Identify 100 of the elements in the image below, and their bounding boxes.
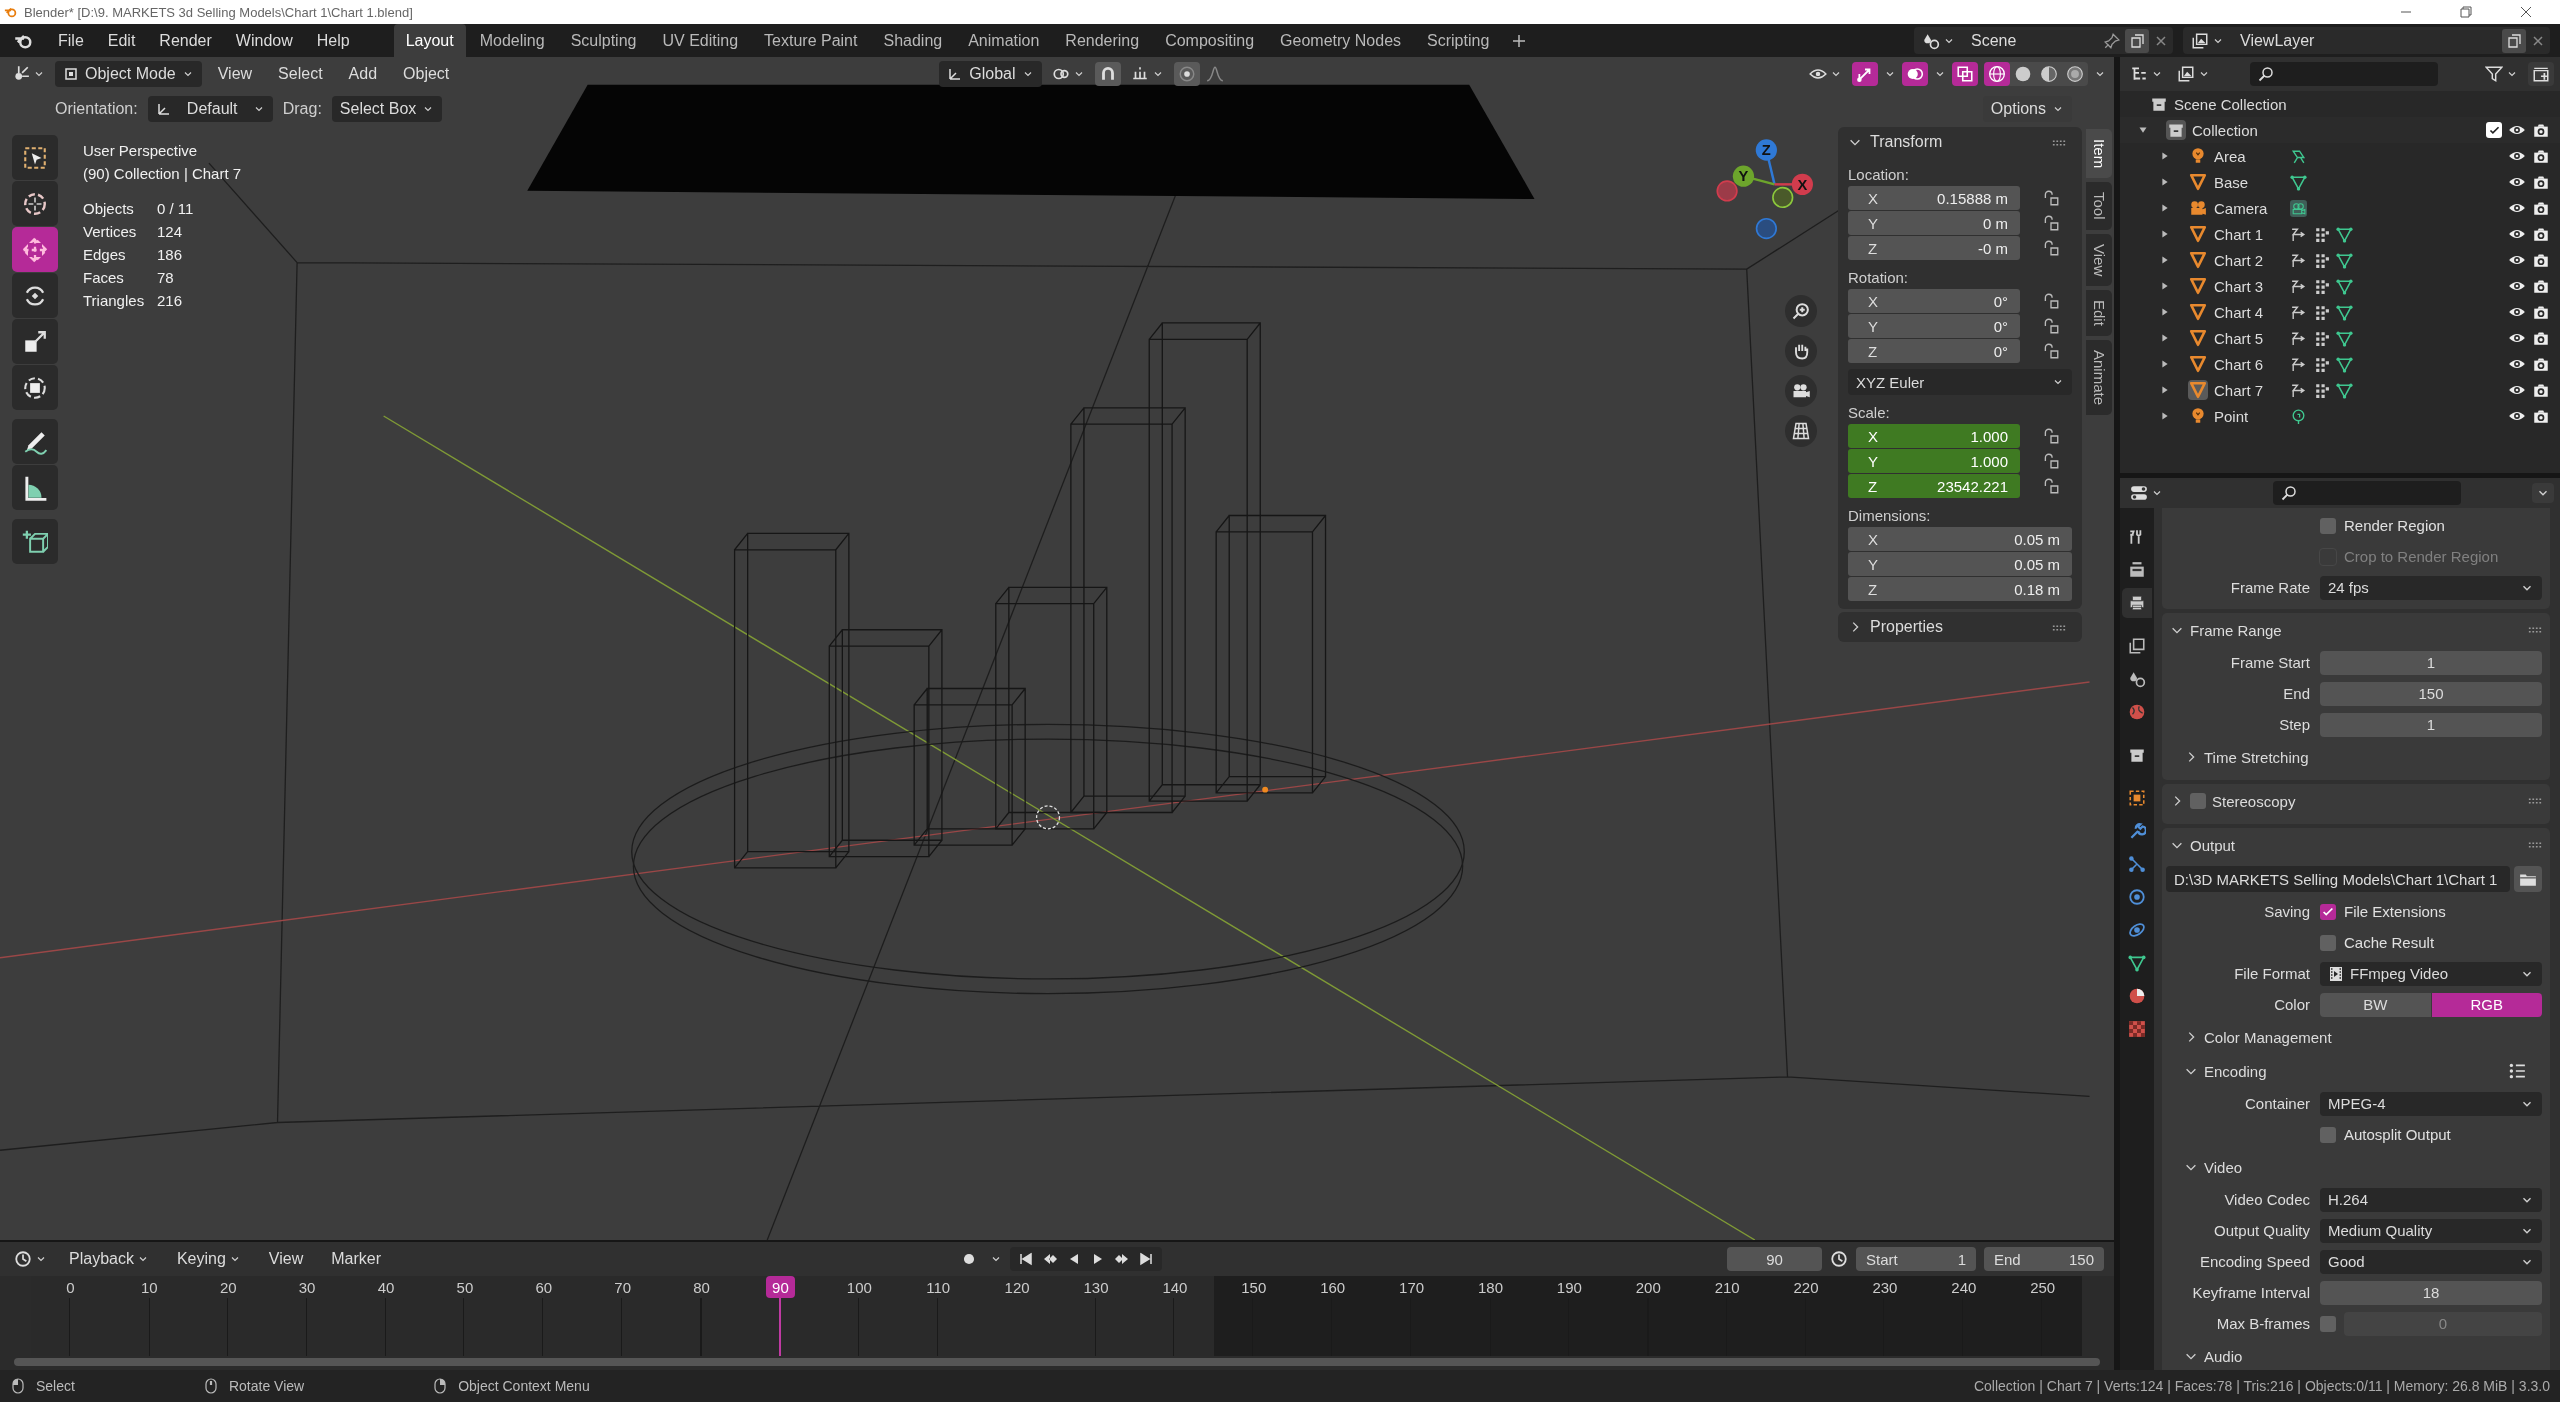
end-frame-field[interactable]: End 150 [1984, 1247, 2104, 1271]
frame-number: 100 [845, 1277, 873, 1298]
number-field[interactable]: X 0.15888 m [1848, 186, 2020, 210]
tree-item[interactable]: Scene Collection [2174, 95, 2287, 113]
number-field[interactable]: 18 [2320, 1280, 2542, 1305]
number-field[interactable]: Y 0.05 m [1848, 552, 2072, 576]
tree-item[interactable]: Camera [2214, 199, 2276, 217]
workspace-tab[interactable]: Geometry Nodes [1268, 24, 1414, 57]
subpanel-header[interactable]: Color Management [2162, 1020, 2550, 1054]
menu-item[interactable]: Playback [59, 1247, 159, 1271]
toggle-option[interactable]: BW [2320, 992, 2431, 1017]
panel-title[interactable]: Output [2190, 836, 2236, 854]
dropdown[interactable]: 24 fps [2320, 575, 2542, 600]
tree-item[interactable]: Chart 1 [2214, 225, 2276, 243]
menu-item[interactable]: Window [225, 27, 303, 54]
orientation-dropdown[interactable]: Default [147, 96, 273, 122]
menu-item[interactable]: Edit [97, 27, 146, 54]
sidebar-tab[interactable]: Animate [2086, 339, 2112, 415]
number-field[interactable]: 1 [2320, 712, 2542, 737]
workspace-tab[interactable]: Compositing [1153, 24, 1267, 57]
menu-item[interactable]: Render [149, 27, 222, 54]
tree-item[interactable]: Base [2214, 173, 2276, 191]
number-field[interactable]: X 0° [1848, 289, 2020, 313]
path-field[interactable]: D:\3D MARKETS Selling Models\Chart 1\Chart 1 [2166, 866, 2510, 892]
workspace-tab[interactable]: Animation [956, 24, 1052, 57]
number-field[interactable]: X 0.05 m [1848, 527, 2072, 551]
menu-item[interactable]: View [207, 62, 263, 86]
dropdown[interactable]: Good [2320, 1249, 2542, 1274]
tree-item[interactable]: Chart 5 [2214, 329, 2276, 347]
workspace-tab[interactable]: Sculpting [558, 24, 649, 57]
menu-item[interactable]: Object [393, 62, 460, 86]
tree-item[interactable]: Area [2214, 147, 2276, 165]
menu-item[interactable]: Help [306, 27, 360, 54]
menu-item[interactable]: Select [268, 62, 333, 86]
number-field[interactable]: X 1.000 [1848, 424, 2020, 448]
number-field[interactable]: Z 0° [1848, 339, 2020, 363]
workspace-tab[interactable]: Modeling [467, 24, 557, 57]
menu-item[interactable]: Keying [166, 1247, 251, 1271]
sidebar-tab[interactable]: Tool [2086, 182, 2112, 230]
subpanel-header[interactable]: Encoding [2162, 1054, 2550, 1088]
tree-item[interactable]: Chart 3 [2214, 277, 2276, 295]
transform-orientation-dropdown[interactable]: Global [939, 61, 1042, 87]
tree-item[interactable]: Chart 6 [2214, 355, 2276, 373]
view-name: User Perspective [83, 141, 199, 161]
menu-item[interactable]: Add [338, 62, 388, 86]
subpanel-header[interactable]: Audio [2162, 1339, 2550, 1370]
dropdown[interactable]: FFmpeg Video [2320, 961, 2542, 986]
mode-dropdown[interactable]: Object Mode [55, 61, 202, 87]
drag-dropdown[interactable]: Select Box [331, 96, 443, 122]
start-frame-field[interactable]: Start 1 [1856, 1247, 1976, 1271]
workspace-tab[interactable]: Scripting [1415, 24, 1502, 57]
workspace-tab[interactable]: Rendering [1053, 24, 1152, 57]
number-field[interactable]: Y 0 m [1848, 211, 2020, 235]
panel-header[interactable]: Properties [1838, 612, 2082, 642]
workspace-tab[interactable]: Texture Paint [752, 24, 870, 57]
sidebar-tab[interactable]: View [2086, 233, 2112, 286]
stat-value: 216 [157, 291, 184, 311]
tree-item[interactable]: Chart 2 [2214, 251, 2276, 269]
dropdown[interactable]: MPEG-4 [2320, 1091, 2542, 1116]
number-field[interactable]: 150 [2320, 681, 2542, 706]
sidebar-tab[interactable]: Item [2086, 129, 2112, 179]
rotation-mode-dropdown[interactable]: XYZ Euler [1848, 369, 2072, 395]
toggle-option[interactable]: RGB [2431, 992, 2542, 1017]
menu-item[interactable]: File [48, 27, 94, 54]
stat-label: Objects [83, 199, 135, 219]
panel-title[interactable]: Frame Range [2190, 621, 2282, 639]
tree-item[interactable]: Chart 4 [2214, 303, 2276, 321]
sidebar-tab[interactable]: Edit [2086, 289, 2112, 336]
workspace-tab[interactable]: Layout [393, 24, 466, 57]
panel-header[interactable]: Transform [1838, 127, 2082, 157]
tree-item[interactable]: Chart 7 [2214, 381, 2276, 399]
subpanel-header[interactable]: Video [2162, 1150, 2550, 1184]
field-label: Video Codec [2224, 1191, 2310, 1208]
number-field[interactable]: Z -0 m [1848, 236, 2020, 260]
menu-item[interactable]: Marker [321, 1247, 391, 1271]
dropdown[interactable]: H.264 [2320, 1187, 2542, 1212]
menu-item[interactable]: View [258, 1247, 314, 1271]
tree-item[interactable]: Collection [2192, 121, 2258, 139]
number-field[interactable]: 1 [2320, 650, 2542, 675]
dropdown[interactable]: Medium Quality [2320, 1218, 2542, 1243]
number-field[interactable]: Z 0.18 m [1848, 577, 2072, 601]
workspace-tab[interactable]: UV Editing [650, 24, 751, 57]
tree-item[interactable]: Point [2214, 407, 2276, 425]
stat-value: 186 [157, 245, 184, 265]
frame-number: 20 [218, 1277, 238, 1298]
current-frame-field[interactable]: 90 [1727, 1247, 1822, 1271]
playhead[interactable]: 90 [766, 1276, 795, 1298]
subpanel-header[interactable]: Time Stretching [2162, 740, 2550, 774]
panel-title[interactable]: Stereoscopy [2212, 792, 2296, 810]
options-dropdown[interactable]: Options [1982, 96, 2072, 122]
workspace-tab[interactable]: Shading [871, 24, 955, 57]
frame-number: 120 [1003, 1277, 1031, 1298]
field-label: File Format [2234, 965, 2310, 982]
frame-number: 10 [140, 1277, 159, 1298]
field-label: Drag: [282, 100, 322, 118]
number-field[interactable]: Y 1.000 [1848, 449, 2020, 473]
number-field[interactable]: Z 23542.221 [1848, 474, 2020, 498]
frame-number: 230 [1871, 1277, 1899, 1298]
number-field[interactable]: Y 0° [1848, 314, 2020, 338]
stat-value: 0 / 11 [157, 199, 195, 219]
